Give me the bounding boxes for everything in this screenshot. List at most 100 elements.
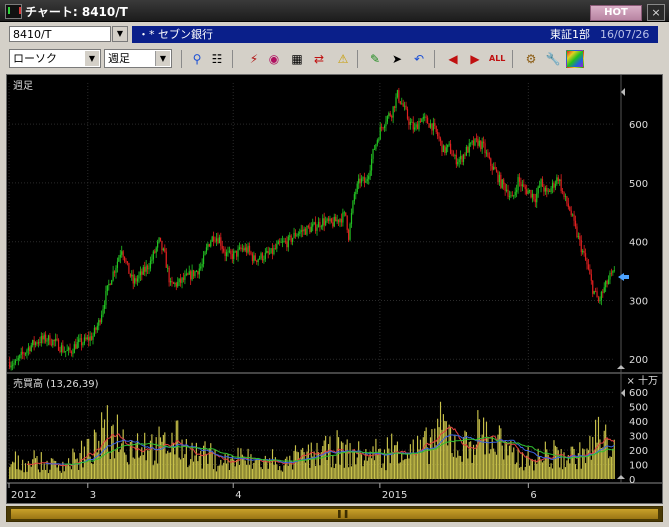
volume-bar (531, 459, 534, 479)
volume-bar (75, 459, 77, 479)
period-select[interactable]: 週足 ▼ (104, 49, 172, 68)
candle-body (495, 169, 498, 172)
crosshair-icon[interactable]: ☷ (208, 50, 226, 68)
candle (271, 243, 274, 260)
table-icon[interactable]: ▦ (288, 50, 306, 68)
stock-code-input[interactable]: 8410/T (9, 26, 111, 42)
candle-body (45, 334, 47, 342)
candle-body (250, 251, 252, 255)
candle (342, 208, 344, 227)
wave-icon[interactable]: ⚡ (245, 50, 263, 68)
undo-icon[interactable]: ↶ (410, 50, 428, 68)
volume-bar (197, 461, 199, 479)
candle (131, 270, 133, 281)
volume-bar (220, 459, 222, 479)
candle (464, 152, 466, 160)
chart-app-icon (5, 4, 22, 19)
volume-bar (452, 456, 455, 479)
candle (116, 257, 119, 273)
candle-body (457, 161, 459, 165)
candle (540, 178, 542, 193)
candle-body (381, 126, 383, 128)
candle-body (289, 235, 291, 237)
candle (145, 260, 147, 277)
candle (148, 263, 150, 274)
candle-body (593, 290, 595, 294)
zoom-icon[interactable]: ⚲ (188, 50, 206, 68)
all-icon[interactable]: ALL (488, 50, 506, 68)
candle-body (327, 218, 330, 221)
code-dropdown-button[interactable]: ▼ (112, 26, 128, 42)
move-left-icon[interactable]: ◀ (444, 50, 462, 68)
volume-bar (102, 427, 104, 479)
candle (34, 341, 37, 348)
candle-body (304, 228, 307, 235)
candle (146, 264, 149, 274)
candle-body (227, 251, 229, 253)
candle (485, 149, 488, 157)
candle (210, 239, 212, 248)
arrows-icon[interactable]: ⇄ (310, 50, 328, 68)
palette-icon[interactable] (566, 50, 584, 68)
candle-body (408, 118, 410, 125)
candle (576, 223, 578, 239)
candle (404, 101, 406, 111)
candle (63, 346, 65, 353)
volume-bar (605, 424, 607, 479)
candle (487, 149, 489, 158)
move-right-icon[interactable]: ▶ (466, 50, 484, 68)
candle-body (208, 244, 210, 247)
warning-icon[interactable]: ⚠ (334, 50, 352, 68)
volume-bar (269, 458, 271, 479)
volume-bar (414, 454, 416, 479)
cursor-icon[interactable]: ➤ (388, 50, 406, 68)
volume-bar (154, 460, 156, 479)
candle (101, 310, 103, 324)
candle-body (20, 351, 22, 355)
wrench-icon[interactable]: 🔧 (544, 50, 562, 68)
volume-bar (362, 466, 364, 479)
candle-body (428, 123, 430, 128)
volume-bar (478, 419, 480, 479)
pencil-icon[interactable]: ✎ (366, 50, 384, 68)
scrollbar-thumb[interactable]: ❚❚ (11, 509, 658, 519)
candle-body (383, 126, 386, 128)
volume-bar (17, 455, 19, 479)
candle (174, 281, 176, 288)
candle-body (345, 212, 347, 216)
volume-bar (564, 467, 567, 479)
chart-type-select[interactable]: ローソク ▼ (9, 49, 101, 68)
candle (297, 231, 299, 239)
magnify-icon[interactable]: ◉ (265, 50, 283, 68)
candle (306, 225, 308, 237)
candle (62, 340, 64, 354)
candle (507, 184, 509, 200)
candle (602, 288, 604, 298)
candle (322, 214, 324, 231)
candle (211, 235, 213, 243)
candle-body (192, 270, 195, 277)
candle-body (559, 179, 561, 182)
candle-body (566, 196, 568, 204)
candle-body (464, 154, 466, 156)
candle-body (517, 177, 519, 191)
candle (52, 339, 54, 348)
volume-bar (162, 434, 164, 479)
candle (484, 139, 486, 158)
close-button[interactable]: × (647, 4, 665, 21)
volume-bar (254, 460, 256, 479)
settings-icon[interactable]: ⚙ (522, 50, 540, 68)
candle (435, 125, 437, 135)
hot-button[interactable]: HOT (590, 5, 642, 21)
candle (162, 247, 164, 252)
chart-scrollbar[interactable]: ❚❚ (6, 506, 663, 522)
candle-body (65, 350, 67, 352)
candle (363, 172, 366, 188)
candle (539, 180, 541, 189)
candle-body (32, 340, 34, 346)
volume-bar (448, 424, 450, 479)
volume-bar (450, 426, 452, 479)
volume-bar (329, 436, 331, 479)
candle (55, 333, 57, 347)
volume-bar (406, 452, 409, 479)
